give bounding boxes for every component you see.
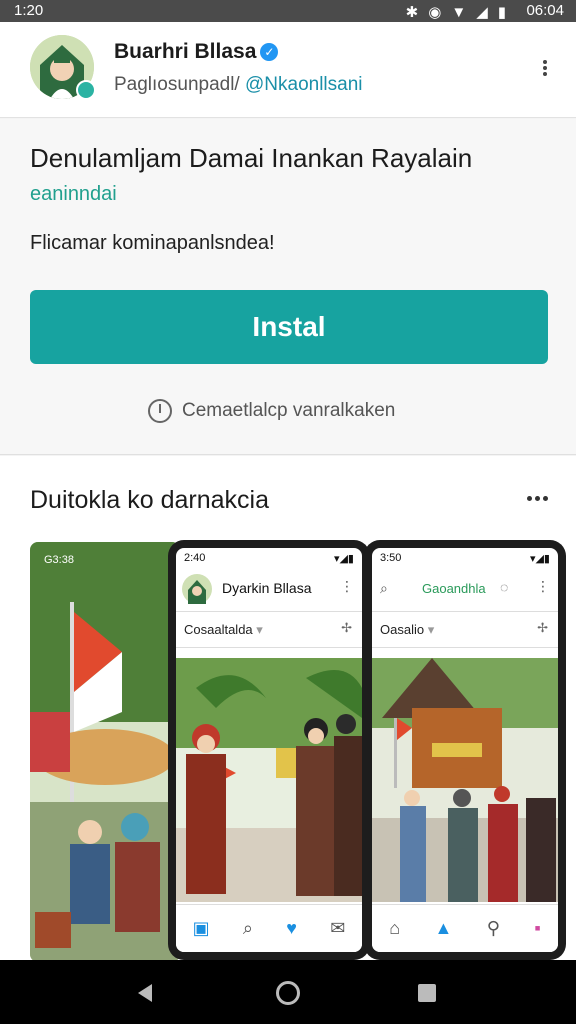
phone1-chat-icon: ✉	[330, 918, 346, 938]
phone1-photo	[176, 658, 362, 902]
handle-prefix: Paglıosunpadl/	[114, 74, 240, 95]
phone1-time: 2:40	[184, 552, 206, 564]
phone1-bottom-nav: ▣ ⌕ ♥ ✉	[176, 904, 362, 952]
more-options-icon[interactable]	[540, 58, 550, 82]
wifi-icon: ▼	[451, 3, 467, 21]
status-time: 1:20	[14, 2, 44, 19]
screenshot-1-status: G3:38	[44, 554, 74, 566]
phone2-chevron-down-icon: ▾	[427, 622, 435, 637]
phone2-subheader: Oasalio ▾ ✢	[372, 612, 558, 648]
system-nav-bar	[0, 960, 576, 1024]
phone2-title: Gaoandhla	[422, 581, 486, 596]
status-bar: 1:20 ✱ ◉ ▼ ◢ ▮ 06:04	[0, 0, 576, 22]
profile-name-text: Buarhri Bllasa	[114, 40, 257, 63]
phone2-chat-icon: ◌	[500, 579, 509, 595]
back-icon[interactable]	[138, 984, 152, 1002]
avatar-badge-icon	[76, 80, 96, 100]
handle-link[interactable]: @Nkaonllsani	[245, 74, 363, 95]
phone2-header: ⌕ Gaoandhla ◌ ⋮	[372, 568, 558, 612]
profile-header: Buarhri Bllasa ✓ Paglıosunpadl/ @Nkaonlls…	[0, 22, 576, 118]
screenshot-gallery: Duitokla ko darnakcia G3:38 2:40 ▾◢▮ Dya…	[0, 456, 576, 962]
phone1-name: Dyarkin Bllasa	[222, 580, 312, 596]
phone2-photo	[372, 658, 558, 902]
phone2-time: 3:50	[380, 552, 402, 564]
phone1-search-icon: ⌕	[242, 918, 253, 938]
phone1-status: 2:40 ▾◢▮	[176, 548, 362, 568]
phone1-avatar	[182, 574, 212, 604]
app-developer[interactable]: eaninndai	[30, 183, 117, 206]
signal-icon: ◢	[476, 4, 488, 21]
gallery-more-icon[interactable]	[527, 496, 548, 501]
gallery-title: Duitokla ko darnakcia	[30, 486, 270, 514]
app-description: Flicamar kominapanlsndea!	[30, 232, 275, 254]
phone1-chevron-down-icon: ▾	[256, 622, 263, 637]
app-title: Denulamljam Damai Inankan Rayalain	[30, 143, 473, 173]
phone1-subheader: Cosaaltalda ▾ ✢	[176, 612, 362, 648]
phone1-signal-icon: ▾◢▮	[333, 553, 354, 565]
phone2-bottom-nav: ⌂ ▲ ⚲ ▪	[372, 904, 558, 952]
phone2-profile-icon: ⚲	[486, 918, 500, 938]
phone1-sub-text: Cosaaltalda	[184, 622, 253, 637]
phone1-header: Dyarkin Bllasa ⋮	[176, 568, 362, 612]
recent-apps-icon[interactable]	[418, 984, 436, 1002]
status-clock: 06:04	[526, 2, 564, 19]
phone2-sub-text: Oasalio	[380, 622, 425, 637]
install-button[interactable]: Instal	[30, 290, 548, 364]
phone2-search-icon: ⌕	[380, 580, 388, 596]
phone1-more-icon: ⋮	[340, 578, 354, 594]
profile-handle: Paglıosunpadl/ @Nkaonllsani	[114, 74, 363, 96]
phone2-plus-icon: ✢	[537, 620, 548, 635]
home-icon[interactable]	[276, 981, 300, 1005]
phone2-more-icon: ⋮	[536, 578, 550, 594]
phone1-heart-icon: ♥	[286, 918, 297, 938]
install-note: Cemaetlalcp vanralkaken	[148, 399, 395, 423]
install-card: Denulamljam Damai Inankan Rayalain eanin…	[0, 119, 576, 455]
phone1-home-icon: ▣	[192, 918, 210, 938]
gallery-screenshot-1[interactable]: G3:38	[30, 542, 180, 962]
phone2-home-icon: ⌂	[389, 918, 401, 938]
alarm-icon: ◉	[428, 4, 442, 21]
clock-icon	[148, 399, 172, 423]
phone2-status: 3:50 ▾◢▮	[372, 548, 558, 568]
phone1-plus-icon: ✢	[341, 620, 352, 635]
phone-screen-1: 2:40 ▾◢▮ Dyarkin Bllasa ⋮ Cosaaltalda ▾ …	[176, 548, 362, 952]
gallery-screenshot-3[interactable]: 3:50 ▾◢▮ ⌕ Gaoandhla ◌ ⋮ Oasalio ▾ ✢ ⌂ ▲…	[364, 540, 566, 960]
phone-screen-2: 3:50 ▾◢▮ ⌕ Gaoandhla ◌ ⋮ Oasalio ▾ ✢ ⌂ ▲…	[372, 548, 558, 952]
profile-name: Buarhri Bllasa ✓	[114, 40, 279, 64]
phone2-signal-icon: ▾◢▮	[529, 553, 550, 565]
phone2-extra-icon: ▪	[534, 918, 541, 938]
battery-icon: ▮	[497, 4, 506, 21]
bluetooth-icon: ✱	[405, 4, 419, 21]
verified-icon: ✓	[260, 43, 279, 61]
phone2-upload-icon: ▲	[434, 918, 453, 938]
install-note-text: Cemaetlalcp vanralkaken	[182, 400, 396, 421]
status-icons: ✱ ◉ ▼ ◢ ▮	[405, 3, 506, 22]
gallery-screenshot-2[interactable]: 2:40 ▾◢▮ Dyarkin Bllasa ⋮ Cosaaltalda ▾ …	[168, 540, 370, 960]
